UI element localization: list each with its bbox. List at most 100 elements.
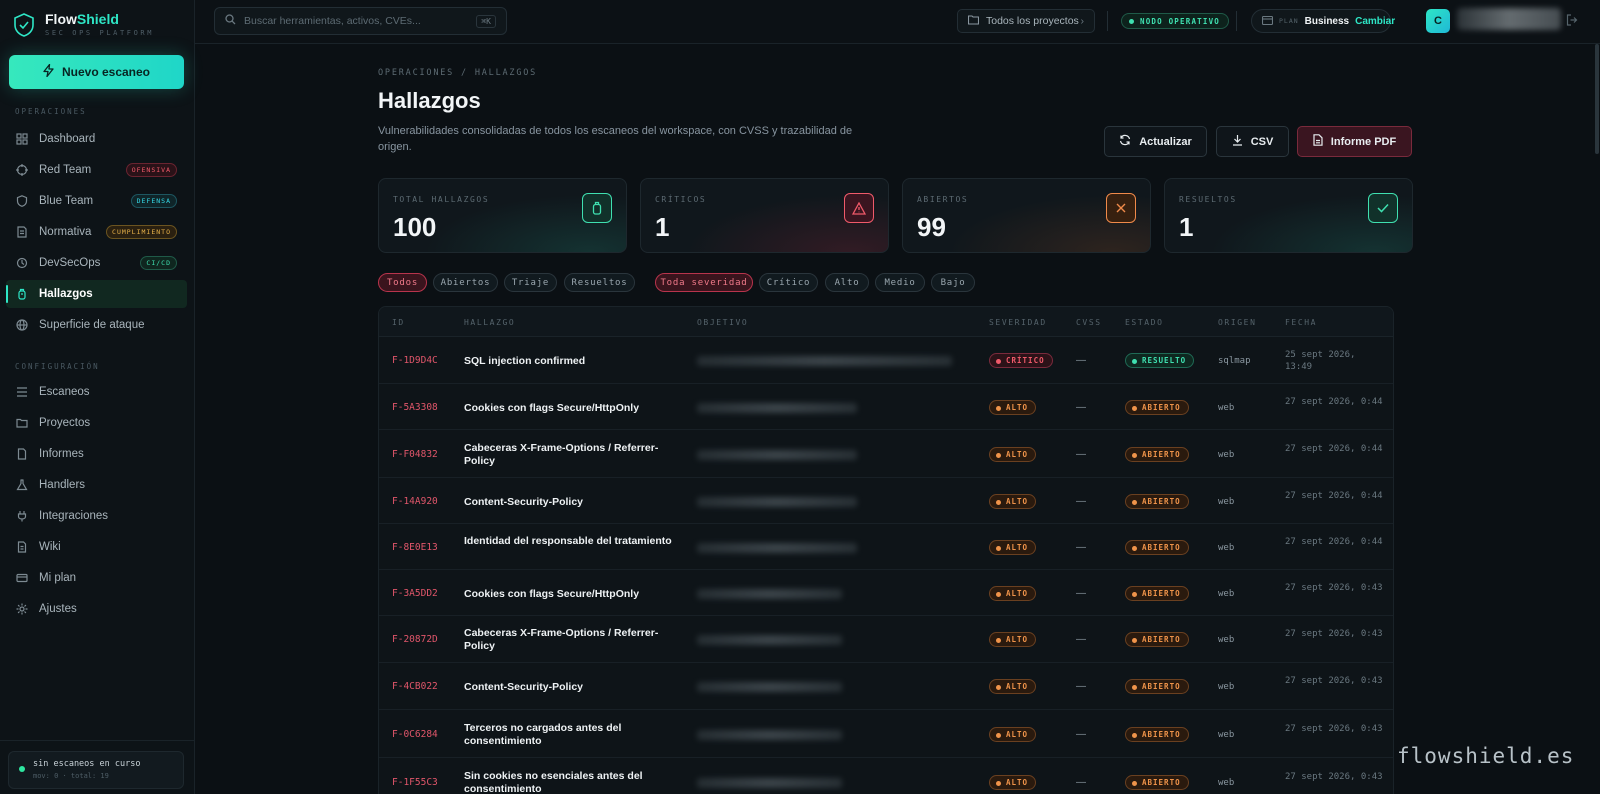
check-icon [1368, 193, 1398, 223]
column-header-cvss[interactable]: CVSS [1076, 318, 1102, 327]
finding-title[interactable]: Identidad del responsable del tratamient… [464, 535, 674, 548]
severity-badge: ALTO [989, 679, 1037, 694]
status-badge: ABIERTO [1125, 679, 1189, 694]
column-header-fecha[interactable]: FECHA [1285, 318, 1317, 327]
severity-badge: ALTO [989, 400, 1037, 415]
finding-title[interactable]: Content-Security-Policy [464, 681, 674, 694]
scan-status-card: sin escaneos en curso mov: 0 · total: 19 [8, 751, 184, 789]
finding-title[interactable]: Sin cookies no esenciales antes del cons… [464, 770, 674, 794]
filter-severity-all[interactable]: Toda severidad [655, 273, 753, 292]
finding-title[interactable]: Content-Security-Policy [464, 496, 674, 509]
table-row[interactable]: F-3A5DD2 Cookies con flags Secure/HttpOnl… [379, 571, 1393, 616]
finding-id[interactable]: F-F04832 [392, 449, 438, 460]
projects-selector[interactable]: Todos los proyectos › [957, 9, 1095, 33]
finding-date: 27 sept 2026, 0:44 [1285, 537, 1383, 547]
kpi-value: 100 [393, 212, 437, 242]
finding-id[interactable]: F-5A3308 [392, 402, 438, 413]
sidebar-item-mi-plan[interactable]: Mi plan [6, 564, 187, 592]
new-scan-button[interactable]: Nuevo escaneo [9, 55, 184, 89]
logout-icon[interactable] [1566, 14, 1578, 29]
kpi-value: 1 [655, 212, 670, 242]
column-header-id[interactable]: ID [392, 318, 405, 327]
filter-severity-critico[interactable]: Crítico [759, 273, 818, 292]
filter-status-todos[interactable]: Todos [378, 273, 427, 292]
finding-id[interactable]: F-3A5DD2 [392, 588, 438, 599]
search-box[interactable]: ⌘K [214, 7, 507, 35]
sidebar-item-red-team[interactable]: Red Team OFENSIVA [6, 156, 187, 184]
brand[interactable]: FlowShield SEC OPS PLATFORM [12, 12, 154, 37]
plan-badge[interactable]: PLAN Business Cambiar [1251, 9, 1395, 33]
search-input[interactable] [244, 15, 474, 27]
user-name-redacted [1457, 8, 1561, 30]
column-header-objetivo[interactable]: OBJETIVO [697, 318, 748, 327]
finding-date: 27 sept 2026, 0:43 [1285, 583, 1383, 593]
sidebar-item-proyectos[interactable]: Proyectos [6, 409, 187, 437]
table-row[interactable]: F-20872D Cabeceras X-Frame-Options / Refe… [379, 617, 1393, 663]
table-row[interactable]: F-F04832 Cabeceras X-Frame-Options / Refe… [379, 431, 1393, 478]
scrollbar[interactable] [1595, 44, 1599, 154]
finding-title[interactable]: Cookies con flags Secure/HttpOnly [464, 588, 674, 601]
column-header-origen[interactable]: ORIGEN [1218, 318, 1257, 327]
finding-id[interactable]: F-1F55C3 [392, 777, 438, 788]
table-row[interactable]: F-1D9D4C SQL injection confirmed CRÍTICO — R… [379, 338, 1393, 384]
finding-title[interactable]: Cabeceras X-Frame-Options / Referrer-Pol… [464, 442, 674, 468]
filter-severity-medio[interactable]: Medio [875, 273, 925, 292]
finding-origin: web [1218, 403, 1235, 413]
finding-id[interactable]: F-0C6284 [392, 729, 438, 740]
table-row[interactable]: F-4CB022 Content-Security-Policy ALTO — ABIE… [379, 664, 1393, 710]
column-header-hallazgo[interactable]: HALLAZGO [464, 318, 515, 327]
column-header-severidad[interactable]: SEVERIDAD [989, 318, 1047, 327]
sidebar: FlowShield SEC OPS PLATFORM Nuevo escane… [0, 0, 195, 794]
finding-id[interactable]: F-14A920 [392, 496, 438, 507]
refresh-button[interactable]: Actualizar [1104, 126, 1207, 157]
warning-icon [844, 193, 874, 223]
filter-status-abiertos[interactable]: Abiertos [433, 273, 498, 292]
table-row[interactable]: F-5A3308 Cookies con flags Secure/HttpOnl… [379, 385, 1393, 430]
filter-severity-bajo[interactable]: Bajo [931, 273, 975, 292]
sidebar-item-integraciones[interactable]: Integraciones [6, 502, 187, 530]
finding-title[interactable]: SQL injection confirmed [464, 355, 674, 368]
sidebar-item-superficie-ataque[interactable]: Superficie de ataque [6, 311, 187, 339]
sidebar-item-blue-team[interactable]: Blue Team DEFENSA [6, 187, 187, 215]
pdf-report-button[interactable]: Informe PDF [1297, 126, 1412, 157]
sidebar-item-escaneos[interactable]: Escaneos [6, 378, 187, 406]
bug-icon [15, 287, 29, 301]
finding-id[interactable]: F-20872D [392, 634, 438, 645]
table-row[interactable]: F-8E0E13 Identidad del responsable del tr… [379, 525, 1393, 570]
download-icon [1232, 134, 1243, 149]
cvss-score: — [1076, 681, 1086, 692]
sidebar-item-handlers[interactable]: Handlers [6, 471, 187, 499]
sidebar-item-informes[interactable]: Informes [6, 440, 187, 468]
sidebar-item-hallazgos[interactable]: Hallazgos [6, 280, 187, 308]
sidebar-item-ajustes[interactable]: Ajustes [6, 595, 187, 623]
finding-date: 27 sept 2026, 0:44 [1285, 491, 1383, 501]
status-badge: ABIERTO [1125, 540, 1189, 555]
search-shortcut: ⌘K [476, 14, 496, 28]
table-row[interactable]: F-1F55C3 Sin cookies no esenciales antes … [379, 759, 1393, 794]
finding-title[interactable]: Terceros no cargados antes del consentim… [464, 722, 674, 748]
x-icon [1106, 193, 1136, 223]
filter-severity-alto[interactable]: Alto [825, 273, 869, 292]
sidebar-item-wiki[interactable]: Wiki [6, 533, 187, 561]
filter-status-triaje[interactable]: Triaje [504, 273, 557, 292]
sidebar-item-devsecops[interactable]: DevSecOps CI/CD [6, 249, 187, 277]
filter-status-resueltos[interactable]: Resueltos [564, 273, 635, 292]
column-header-estado[interactable]: ESTADO [1125, 318, 1164, 327]
finding-title[interactable]: Cabeceras X-Frame-Options / Referrer-Pol… [464, 627, 674, 653]
finding-id[interactable]: F-8E0E13 [392, 542, 438, 553]
sidebar-item-dashboard[interactable]: Dashboard [6, 125, 187, 153]
finding-id[interactable]: F-4CB022 [392, 681, 438, 692]
finding-id[interactable]: F-1D9D4C [392, 355, 438, 366]
table-row[interactable]: F-0C6284 Terceros no cargados antes del c… [379, 711, 1393, 758]
status-badge: ABIERTO [1125, 447, 1189, 462]
plan-change-link[interactable]: Cambiar [1355, 16, 1395, 27]
finding-title[interactable]: Cookies con flags Secure/HttpOnly [464, 402, 674, 415]
csv-button[interactable]: CSV [1216, 126, 1289, 157]
pdf-report-label: Informe PDF [1330, 135, 1397, 148]
finding-date: 27 sept 2026, 0:43 [1285, 676, 1383, 686]
sidebar-item-normativa[interactable]: Normativa CUMPLIMIENTO [6, 218, 187, 246]
avatar[interactable]: C [1426, 9, 1450, 33]
sidebar-item-label: Hallazgos [39, 288, 93, 300]
table-row[interactable]: F-14A920 Content-Security-Policy ALTO — ABIE… [379, 479, 1393, 524]
csv-label: CSV [1250, 135, 1274, 148]
